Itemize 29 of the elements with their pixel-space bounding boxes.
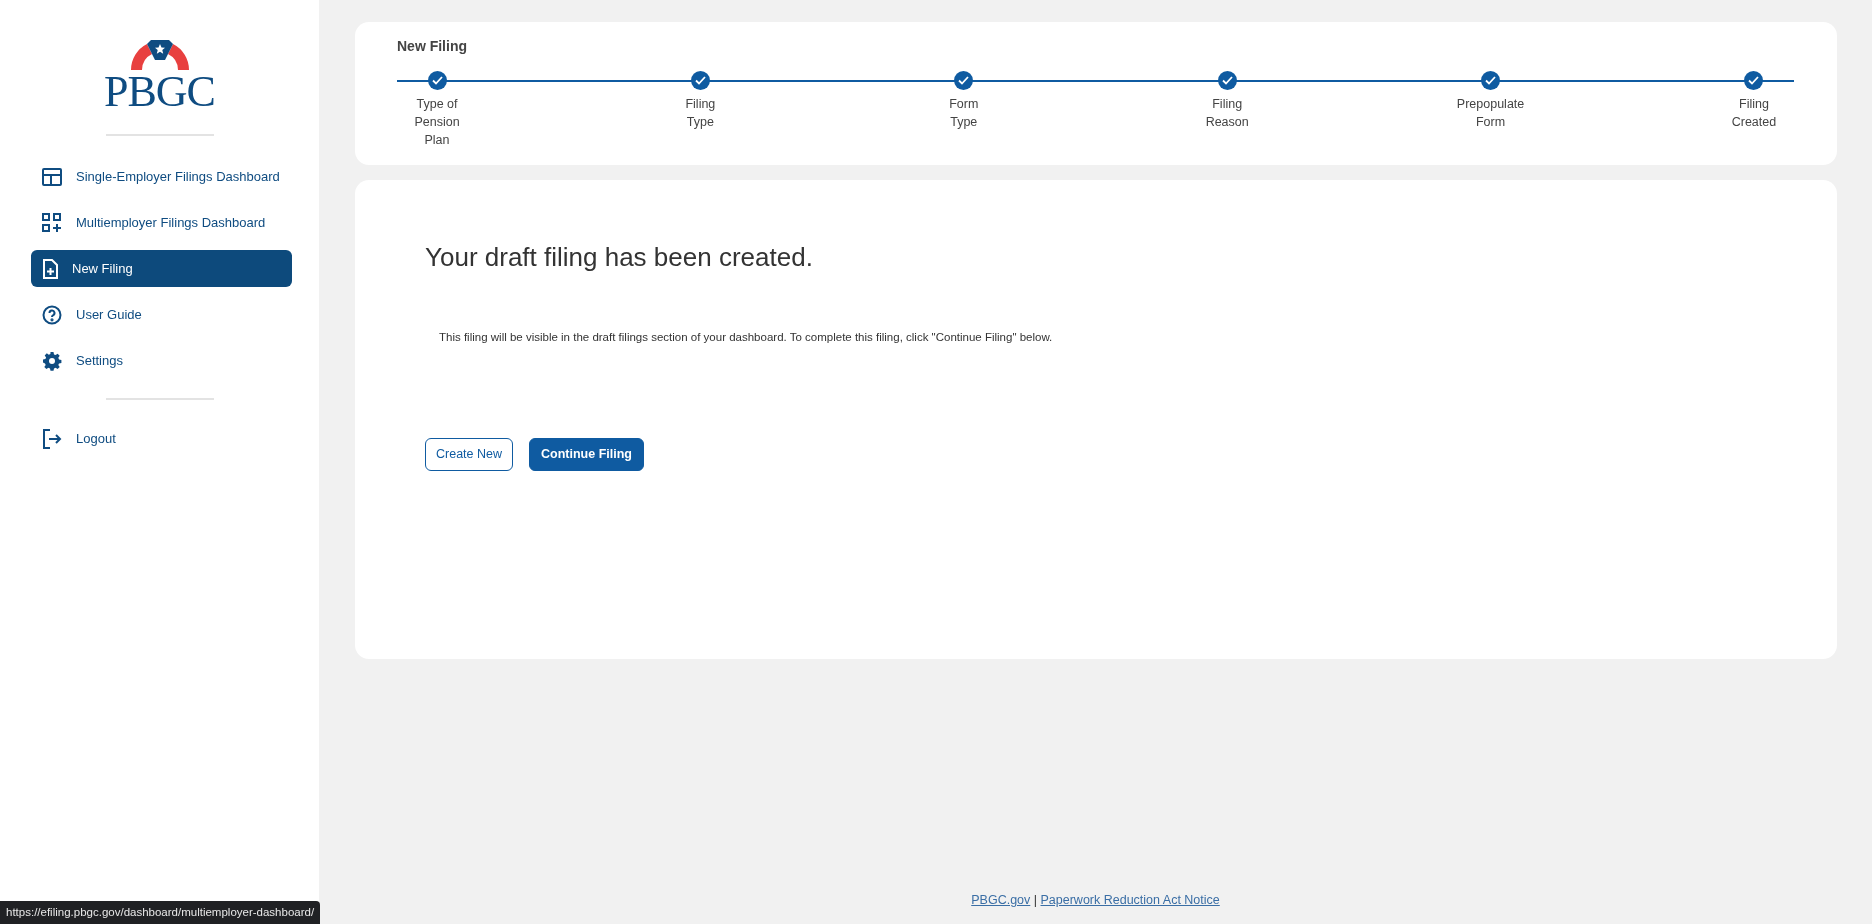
layout-icon <box>42 167 62 186</box>
sidebar-item[interactable]: Single-Employer Filings Dashboard <box>31 158 292 195</box>
continue-button[interactable]: Continue Filing <box>529 438 644 472</box>
logo-arc-icon <box>128 38 191 70</box>
logout-icon <box>42 428 62 449</box>
file-plus-icon <box>42 258 58 279</box>
sidebar-item[interactable]: Multiemployer Filings Dashboard <box>31 204 292 241</box>
step-label: Form Type <box>949 96 979 131</box>
step-label: Filing Reason <box>1205 96 1249 131</box>
sidebar-item[interactable]: New Filing <box>31 250 292 287</box>
stepper-title: New Filing <box>397 37 468 56</box>
help-icon <box>42 304 62 325</box>
separator: | <box>1032 893 1039 908</box>
sidebar-item[interactable]: Logout <box>31 420 292 457</box>
footer-link[interactable]: PBGC.gov <box>971 893 1031 908</box>
footer-link[interactable]: Paperwork Reduction Act Notice <box>1040 893 1220 908</box>
logo-text: PBGC <box>104 70 215 114</box>
confirmation-heading: Your draft filing has been created. <box>425 242 814 274</box>
step-label: Type of Pension Plan <box>414 96 460 149</box>
sidebar-item[interactable]: Settings <box>31 342 292 379</box>
step-label: Prepopulate Form <box>1456 96 1525 131</box>
step-label: Filing Type <box>685 96 716 131</box>
status-url-tooltip: https://efiling.pbgc.gov/dashboard/multiemployer-dashboard/ <box>0 900 321 924</box>
step-label: Filing Created <box>1731 96 1777 131</box>
create-button[interactable]: Create New <box>425 438 513 472</box>
grid-plus-icon <box>42 212 62 233</box>
confirmation-message: This filing will be visible in the draft filings section of your dashboard. To complete this filing, click "Continue Filing" below. <box>438 330 1054 346</box>
sidebar-item[interactable]: User Guide <box>31 296 292 333</box>
settings-icon <box>42 350 62 371</box>
